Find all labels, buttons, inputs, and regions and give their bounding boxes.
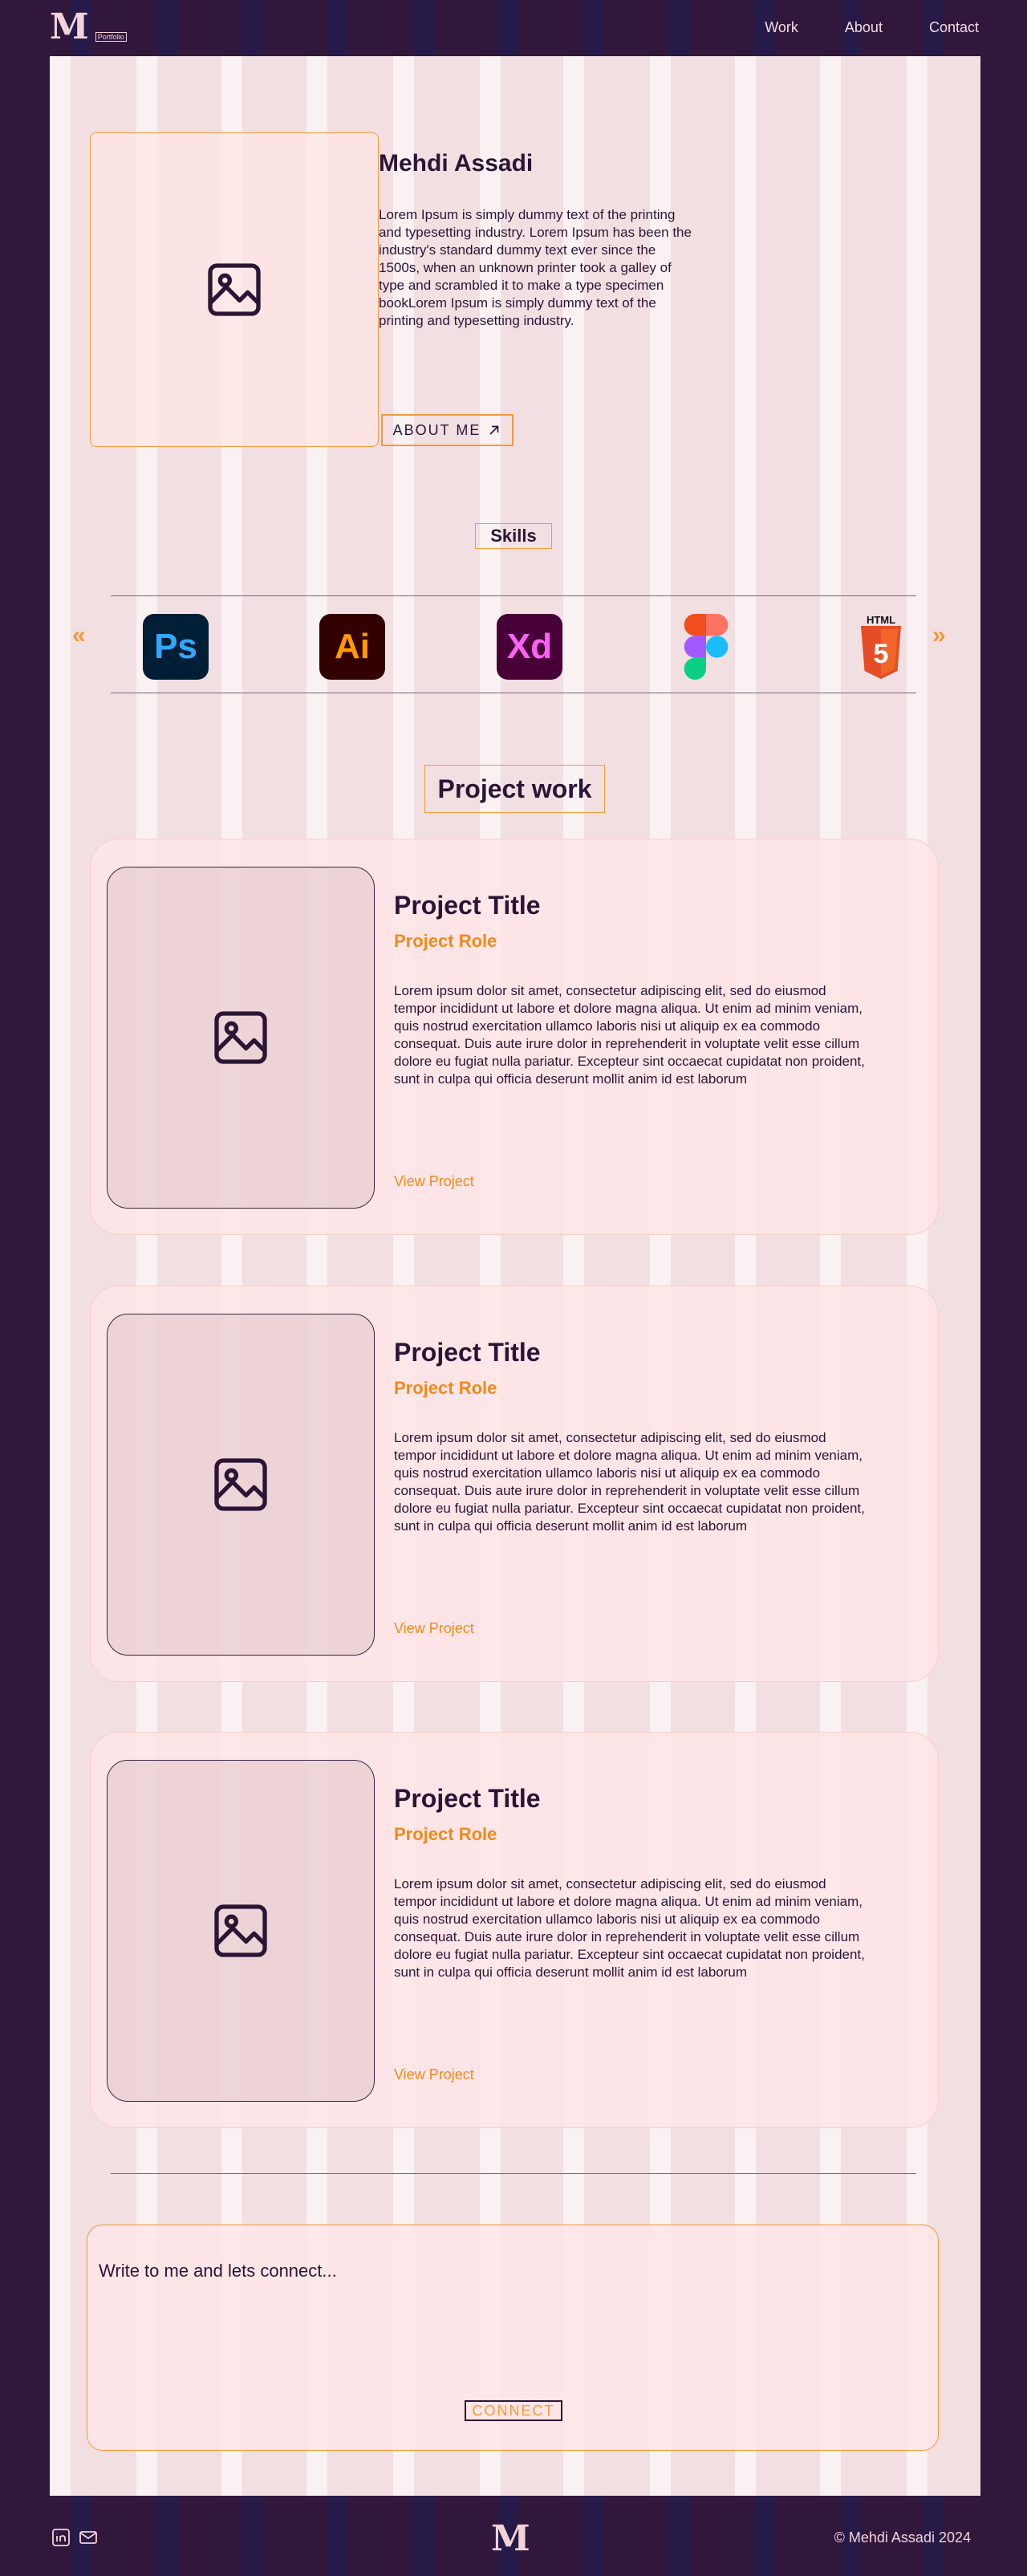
- contact-form[interactable]: Write to me and lets connect... CONNECT: [87, 2225, 939, 2451]
- illustrator-label: Ai: [335, 627, 370, 666]
- figma-icon: [673, 614, 739, 680]
- project-role: Project Role: [394, 931, 497, 951]
- divider: [111, 2173, 916, 2174]
- site-footer: M © Mehdi Assadi 2024: [0, 2496, 1027, 2576]
- profile-image-placeholder: [90, 132, 379, 447]
- project-title: Project Title: [394, 1784, 541, 1813]
- view-project-link[interactable]: View Project: [394, 1173, 474, 1190]
- figma-logo: [684, 614, 729, 680]
- image-icon: [214, 1904, 267, 1957]
- projects-heading: Project work: [424, 765, 605, 813]
- project-card: Project Title Project Role Lorem ipsum d…: [90, 1732, 939, 2128]
- main-panel: Mehdi Assadi Lorem Ipsum is simply dummy…: [50, 56, 980, 2496]
- skills-heading: Skills: [475, 523, 552, 549]
- nav-work[interactable]: Work: [765, 19, 798, 36]
- divider: [111, 595, 916, 596]
- logo-tagline: Portfolio: [95, 32, 127, 42]
- project-image-placeholder[interactable]: [107, 1314, 375, 1656]
- contact-message-field[interactable]: Write to me and lets connect...: [99, 2261, 337, 2281]
- connect-button[interactable]: CONNECT: [465, 2400, 562, 2421]
- skills-prev-arrow[interactable]: «: [72, 622, 86, 649]
- xd-icon: Xd: [497, 614, 562, 680]
- social-links: [51, 2528, 98, 2547]
- project-image-placeholder[interactable]: [107, 867, 375, 1209]
- html5-number: 5: [874, 639, 889, 669]
- about-me-button[interactable]: ABOUT ME: [381, 414, 514, 446]
- project-role: Project Role: [394, 1378, 497, 1398]
- site-header: M Portfolio Work About Contact: [0, 0, 1027, 56]
- project-description: Lorem ipsum dolor sit amet, consectetur …: [394, 1430, 865, 1534]
- image-icon: [208, 263, 261, 316]
- project-card: Project Title Project Role Lorem ipsum d…: [90, 1286, 939, 1682]
- project-image-placeholder[interactable]: [107, 1760, 375, 2102]
- nav-about[interactable]: About: [845, 19, 883, 36]
- skills-next-arrow[interactable]: »: [932, 622, 946, 649]
- hero-name: Mehdi Assadi: [379, 150, 534, 177]
- illustrator-icon: Ai: [319, 614, 385, 680]
- html5-shield: 5: [861, 626, 901, 679]
- view-project-link[interactable]: View Project: [394, 1620, 474, 1637]
- view-project-link[interactable]: View Project: [394, 2066, 474, 2083]
- site-logo[interactable]: M Portfolio: [50, 10, 127, 45]
- copyright-text: © Mehdi Assadi 2024: [834, 2529, 971, 2546]
- logo-mark: M: [50, 6, 89, 47]
- project-card: Project Title Project Role Lorem ipsum d…: [90, 839, 939, 1235]
- image-icon: [214, 1458, 267, 1511]
- photoshop-label: Ps: [154, 627, 197, 666]
- linkedin-icon[interactable]: [51, 2528, 71, 2547]
- hero-bio: Lorem Ipsum is simply dummy text of the …: [379, 207, 692, 328]
- mail-icon[interactable]: [79, 2528, 98, 2547]
- project-title: Project Title: [394, 1338, 541, 1367]
- main-nav: Work About Contact: [765, 19, 979, 36]
- photoshop-icon: Ps: [143, 614, 209, 680]
- project-description: Lorem ipsum dolor sit amet, consectetur …: [394, 1876, 865, 1980]
- nav-contact[interactable]: Contact: [929, 19, 979, 36]
- image-icon: [214, 1011, 267, 1064]
- about-me-label: ABOUT ME: [392, 421, 481, 438]
- project-role: Project Role: [394, 1824, 497, 1844]
- html5-caption: HTML: [866, 614, 896, 626]
- html5-icon: HTML 5: [848, 614, 914, 680]
- arrow-up-right-icon: [490, 425, 499, 435]
- xd-label: Xd: [506, 627, 553, 666]
- project-description: Lorem ipsum dolor sit amet, consectetur …: [394, 983, 865, 1087]
- footer-logo[interactable]: M: [491, 2518, 530, 2559]
- project-title: Project Title: [394, 891, 541, 920]
